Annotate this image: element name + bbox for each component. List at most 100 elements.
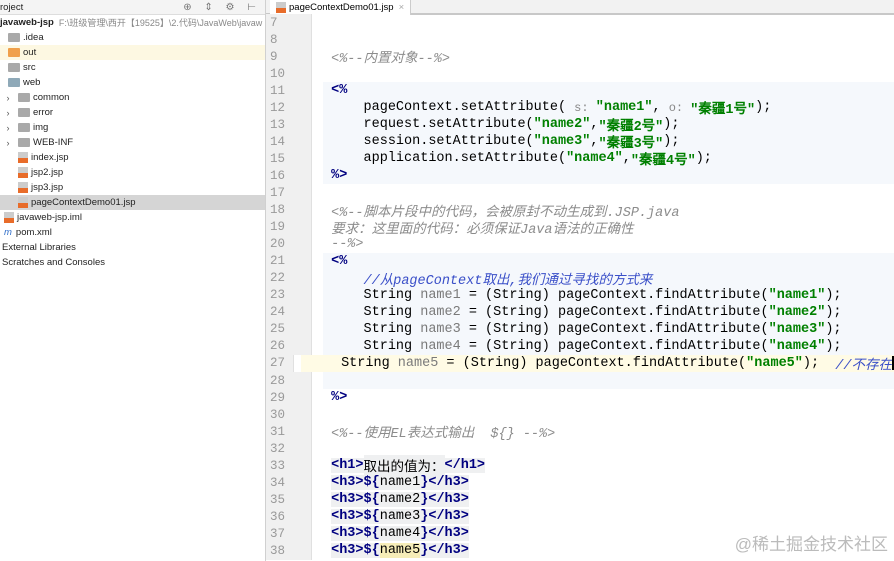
fold-gutter[interactable]: [312, 48, 323, 65]
code-editor[interactable]: 7 8 9 <%--内置对象--%> 10 11 <% 12 pageContext…: [266, 14, 894, 561]
code-line[interactable]: 22 //从pageContext取出,我们通过寻找的方式来: [266, 269, 894, 289]
tree-item[interactable]: jsp2.jsp: [0, 165, 265, 180]
fold-gutter[interactable]: [312, 253, 323, 270]
line-number: 10: [266, 65, 312, 83]
fold-gutter[interactable]: [312, 321, 323, 338]
fold-gutter[interactable]: [312, 440, 323, 457]
line-number: 13: [266, 116, 312, 134]
tree-item[interactable]: › WEB-INF: [0, 135, 265, 150]
fold-gutter[interactable]: [312, 31, 323, 48]
code-token: );: [802, 355, 836, 371]
tree-item[interactable]: External Libraries: [0, 240, 265, 255]
line-number: 37: [266, 525, 312, 543]
project-panel-title[interactable]: roject: [0, 2, 23, 13]
fold-gutter[interactable]: [312, 525, 323, 542]
code-line[interactable]: 7: [266, 14, 894, 32]
fold-gutter[interactable]: [312, 542, 323, 559]
fold-gutter[interactable]: [312, 474, 323, 491]
code-line[interactable]: 32: [266, 440, 894, 458]
fold-gutter[interactable]: [312, 406, 323, 423]
code-line[interactable]: 19 要求：这里面的代码：必须保证Java语法的正确性: [266, 218, 894, 238]
expand-chevron-icon[interactable]: ›: [2, 138, 14, 148]
tree-item[interactable]: src: [0, 60, 265, 75]
fold-gutter[interactable]: [312, 236, 323, 253]
code-line[interactable]: 15 application.setAttribute("name4", "秦疆4…: [266, 150, 894, 169]
code-line[interactable]: 16 %>: [266, 167, 894, 185]
tree-item[interactable]: .idea: [0, 30, 265, 45]
tree-item[interactable]: Scratches and Consoles: [0, 255, 265, 270]
code-line[interactable]: 23 String name1 = (String) pageContext.f…: [266, 286, 894, 304]
code-line[interactable]: 29 %>: [266, 389, 894, 407]
expand-chevron-icon[interactable]: ›: [2, 108, 14, 118]
code-content: <h3> ${name3} </h3>: [323, 508, 894, 525]
fold-gutter[interactable]: [312, 65, 323, 82]
tab-pagecontextdemo01[interactable]: pageContextDemo01.jsp ×: [270, 0, 412, 15]
code-line[interactable]: 10: [266, 65, 894, 83]
fold-gutter[interactable]: [312, 133, 323, 150]
fold-gutter[interactable]: [312, 338, 323, 355]
fold-gutter[interactable]: [312, 372, 323, 389]
expand-chevron-icon[interactable]: ›: [2, 93, 14, 103]
code-line[interactable]: 31 <%--使用EL表达式输出 ${} --%>: [266, 423, 894, 443]
code-line[interactable]: 14 session.setAttribute("name3", "秦疆3号");: [266, 133, 894, 152]
tree-item[interactable]: › error: [0, 105, 265, 120]
code-line[interactable]: 27 String name5 = (String) pageContext.f…: [266, 354, 894, 374]
fold-gutter[interactable]: [312, 150, 323, 167]
code-token: "秦疆1号": [690, 103, 756, 119]
tree-item[interactable]: out: [0, 45, 265, 60]
line-number: 8: [266, 31, 312, 49]
fold-gutter[interactable]: [312, 99, 323, 116]
file-icon: [18, 182, 28, 193]
tree-item[interactable]: web: [0, 75, 265, 90]
fold-gutter[interactable]: [312, 116, 323, 133]
code-line[interactable]: 36 <h3> ${name3} </h3>: [266, 508, 894, 526]
tree-item[interactable]: jsp3.jsp: [0, 180, 265, 195]
fold-gutter[interactable]: [312, 202, 323, 219]
code-line[interactable]: 20 --%>: [266, 235, 894, 253]
fold-gutter[interactable]: [312, 184, 323, 201]
code-token: <h1>: [331, 458, 364, 474]
line-number: 21: [266, 252, 312, 270]
tree-item-label: javaweb-jsp.iml: [17, 212, 82, 223]
tree-item[interactable]: m pom.xml: [0, 225, 265, 240]
code-token: "name5": [746, 355, 803, 371]
tree-item[interactable]: pageContextDemo01.jsp: [0, 195, 265, 210]
code-token: <%--使用EL表达式输出 ${} --%>: [331, 427, 556, 443]
fold-gutter[interactable]: [312, 270, 323, 287]
code-line[interactable]: 24 String name2 = (String) pageContext.f…: [266, 303, 894, 321]
fold-gutter[interactable]: [312, 491, 323, 508]
fold-gutter[interactable]: [312, 304, 323, 321]
code-line[interactable]: 25 String name3 = (String) pageContext.f…: [266, 320, 894, 338]
fold-gutter[interactable]: [312, 423, 323, 440]
fold-gutter[interactable]: [312, 167, 323, 184]
fold-gutter[interactable]: [312, 82, 323, 99]
tree-item[interactable]: › img: [0, 120, 265, 135]
code-line[interactable]: 9 <%--内置对象--%>: [266, 48, 894, 67]
line-number: 22: [266, 269, 312, 287]
line-number: 30: [266, 406, 312, 424]
fold-gutter[interactable]: [312, 219, 323, 236]
fold-gutter[interactable]: [312, 457, 323, 474]
code-token: name1: [379, 475, 421, 491]
code-line[interactable]: 11 <%: [266, 82, 894, 100]
code-token: request.setAttribute(: [331, 117, 534, 133]
code-line[interactable]: 34 <h3> ${name1} </h3>: [266, 474, 894, 492]
code-line[interactable]: 33 <h1> 取出的值为： </h1>: [266, 455, 894, 477]
expand-chevron-icon[interactable]: ›: [2, 123, 14, 133]
fold-gutter[interactable]: [312, 287, 323, 304]
code-token: <h3>: [331, 475, 364, 491]
code-line[interactable]: 12 pageContext.setAttribute( s: "name1",…: [266, 99, 894, 119]
tree-item[interactable]: index.jsp: [0, 150, 265, 165]
close-tab-icon[interactable]: ×: [399, 2, 405, 13]
code-line[interactable]: 13 request.setAttribute("name2", "秦疆2号");: [266, 116, 894, 135]
code-line[interactable]: 35 <h3> ${name2} </h3>: [266, 491, 894, 509]
code-line[interactable]: 26 String name4 = (String) pageContext.f…: [266, 337, 894, 355]
panel-toolbar-icons[interactable]: ⊕ ⇕ ⚙ ⊢: [183, 2, 265, 13]
tree-item[interactable]: › common: [0, 90, 265, 105]
tree-root[interactable]: javaweb-jsp F:\班级管理\西开【19525】\2.代码\JavaWe…: [0, 15, 265, 30]
fold-gutter[interactable]: [312, 14, 323, 31]
tree-item[interactable]: javaweb-jsp.iml: [0, 210, 265, 225]
fold-gutter[interactable]: [312, 508, 323, 525]
code-line[interactable]: 28: [266, 371, 894, 390]
fold-gutter[interactable]: [312, 389, 323, 406]
